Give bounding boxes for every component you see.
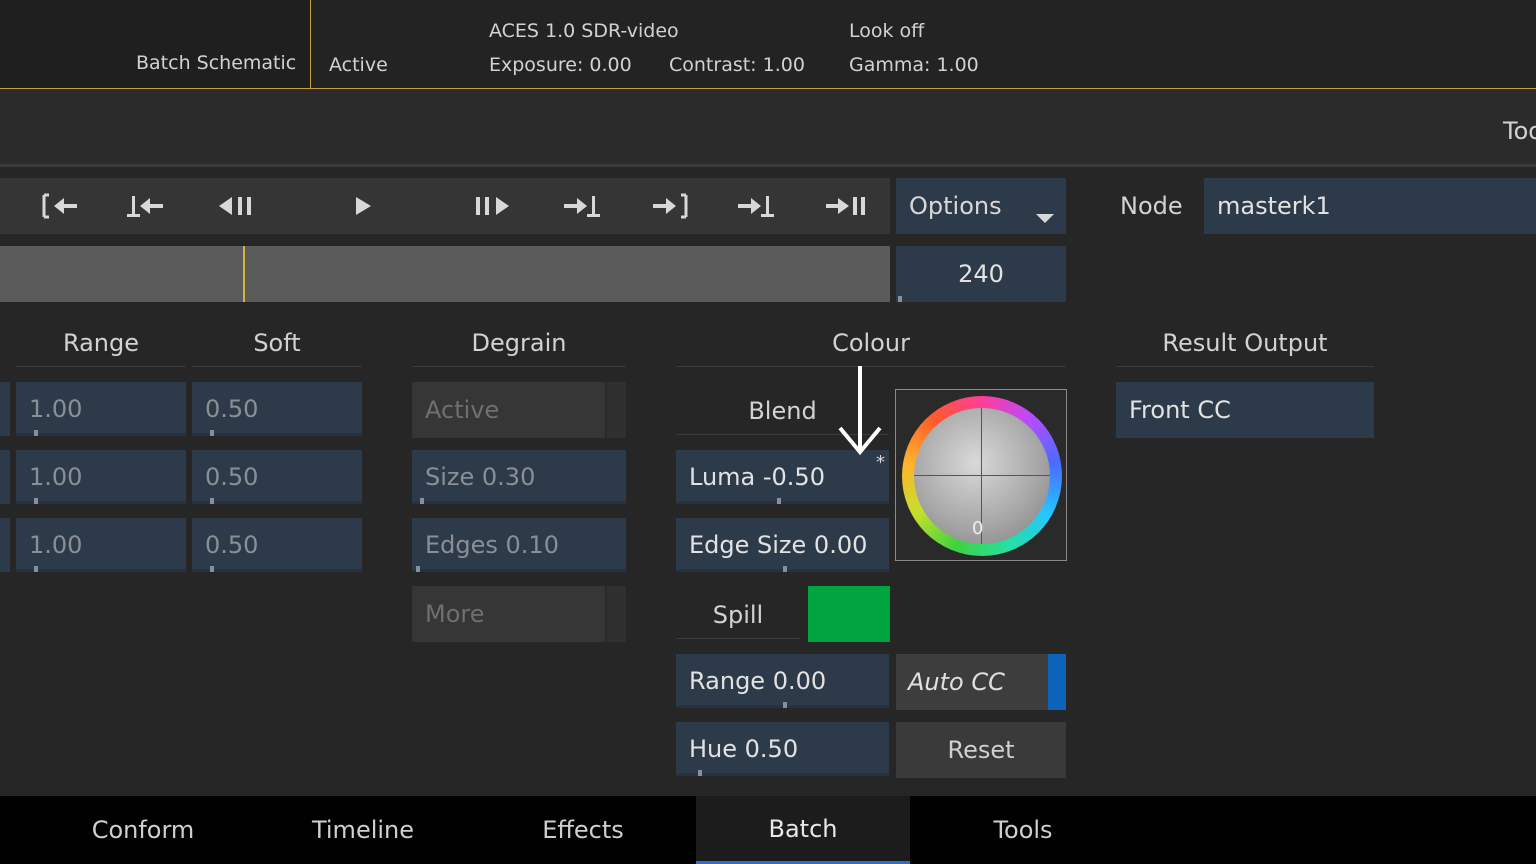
exposure-label: Exposure: 0.00 (489, 54, 632, 76)
soft-header: Soft (192, 328, 362, 367)
tab-label: Effects (542, 816, 624, 844)
tab-label: Tools (993, 816, 1053, 844)
spill-label: Spill (676, 600, 800, 639)
range-field[interactable]: 1.00 (16, 450, 186, 504)
degrain-active-label: Active (425, 396, 500, 424)
next-keyframe-icon[interactable] (552, 178, 612, 234)
soft-value: 0.50 (205, 395, 259, 423)
active-label: Active (329, 54, 388, 76)
options-label: Options (909, 192, 1002, 220)
wheel-value: 0 (972, 518, 984, 539)
degrain-more-label: More (425, 600, 485, 628)
chevron-down-icon (1036, 202, 1054, 230)
node-name-value: masterk1 (1217, 192, 1331, 220)
column-edge-field[interactable] (0, 450, 10, 504)
result-output-header: Result Output (1116, 328, 1374, 367)
hue-field[interactable]: Hue 0.50 (676, 722, 889, 776)
bottom-tab-bar: Conform Timeline Effects Batch Tools (0, 796, 1536, 864)
range-field[interactable]: 1.00 (16, 382, 186, 436)
hue-value: Hue 0.50 (689, 735, 799, 763)
degrain-active-toggle[interactable]: Active (412, 382, 626, 438)
column-edge-field[interactable] (0, 518, 10, 572)
step-forward-icon[interactable] (463, 178, 523, 234)
reset-label: Reset (947, 736, 1015, 764)
tab-conform[interactable]: Conform (36, 796, 250, 864)
colour-wheel[interactable]: 0 (895, 389, 1067, 561)
range-colour-field[interactable]: Range 0.00 (676, 654, 889, 708)
reset-button[interactable]: Reset (896, 722, 1066, 778)
auto-cc-label: Auto CC (908, 668, 1005, 696)
degrain-size-field[interactable]: Size 0.30 (412, 450, 626, 504)
soft-field[interactable]: 0.50 (192, 450, 362, 504)
degrain-edges-value: Edges 0.10 (425, 531, 559, 559)
frame-slider-tick (898, 296, 902, 302)
soft-value: 0.50 (205, 463, 259, 491)
look-label: Look off (849, 20, 925, 42)
playhead[interactable] (243, 246, 245, 302)
tab-batch[interactable]: Batch (696, 796, 910, 864)
contrast-label: Contrast: 1.00 (669, 54, 805, 76)
edge-size-field[interactable]: Edge Size 0.00 (676, 518, 889, 572)
frame-value: 240 (958, 260, 1004, 288)
arrow-down-icon (836, 364, 884, 458)
wheel-crosshair-h (914, 475, 1050, 476)
range-value: 1.00 (29, 395, 83, 423)
edge-size-value: Edge Size 0.00 (689, 531, 868, 559)
batch-schematic-label: Batch Schematic (136, 52, 297, 74)
tab-label: Timeline (311, 816, 415, 844)
tab-effects[interactable]: Effects (476, 796, 690, 864)
previous-keyframe-icon[interactable] (117, 178, 177, 234)
degrain-edges-field[interactable]: Edges 0.10 (412, 518, 626, 572)
timeline-scrubber[interactable] (0, 246, 890, 302)
tab-timeline[interactable]: Timeline (256, 796, 470, 864)
options-dropdown[interactable]: Options (896, 178, 1066, 234)
column-edge-field[interactable] (0, 382, 10, 436)
spill-colour-swatch[interactable] (808, 586, 890, 642)
colour-space-label: ACES 1.0 SDR-video (489, 20, 679, 42)
play-icon[interactable] (334, 178, 394, 234)
gamma-label: Gamma: 1.00 (849, 54, 979, 76)
step-back-icon[interactable] (207, 178, 267, 234)
colour-header: Colour (676, 328, 1066, 367)
node-name-field[interactable]: masterk1 (1204, 178, 1536, 234)
frame-field[interactable]: 240 (896, 246, 1066, 302)
luma-value: Luma -0.50 (689, 463, 825, 491)
soft-field[interactable]: 0.50 (192, 518, 362, 572)
go-to-last-frame-icon[interactable] (816, 178, 876, 234)
range-value: 1.00 (29, 463, 83, 491)
soft-value: 0.50 (205, 531, 259, 559)
tab-tools[interactable]: Tools (916, 796, 1130, 864)
set-keyframe-icon[interactable] (727, 178, 787, 234)
luma-field[interactable]: Luma -0.50 * (676, 450, 889, 504)
go-to-start-icon[interactable] (30, 178, 90, 234)
node-label: Node (1120, 192, 1183, 220)
range-header: Range (16, 328, 186, 367)
soft-field[interactable]: 0.50 (192, 382, 362, 436)
result-output-value: Front CC (1129, 396, 1231, 424)
go-to-end-icon[interactable] (640, 178, 700, 234)
range-colour-value: Range 0.00 (689, 667, 827, 695)
transport-controls (0, 178, 890, 411)
degrain-header: Degrain (412, 328, 626, 367)
range-field[interactable]: 1.00 (16, 518, 186, 572)
degrain-more-button[interactable]: More (412, 586, 626, 642)
auto-cc-toggle[interactable]: Auto CC (896, 654, 1066, 710)
range-value: 1.00 (29, 531, 83, 559)
tab-label: Conform (91, 816, 195, 844)
tab-label: Batch (768, 814, 838, 843)
tools-label[interactable]: Too (1503, 117, 1536, 145)
result-output-field[interactable]: Front CC (1116, 382, 1374, 438)
tool-bar: Too (0, 89, 1536, 167)
auto-cc-indicator (1048, 654, 1066, 710)
schematic-panel[interactable]: Batch Schematic (0, 0, 311, 89)
degrain-size-value: Size 0.30 (425, 463, 536, 491)
